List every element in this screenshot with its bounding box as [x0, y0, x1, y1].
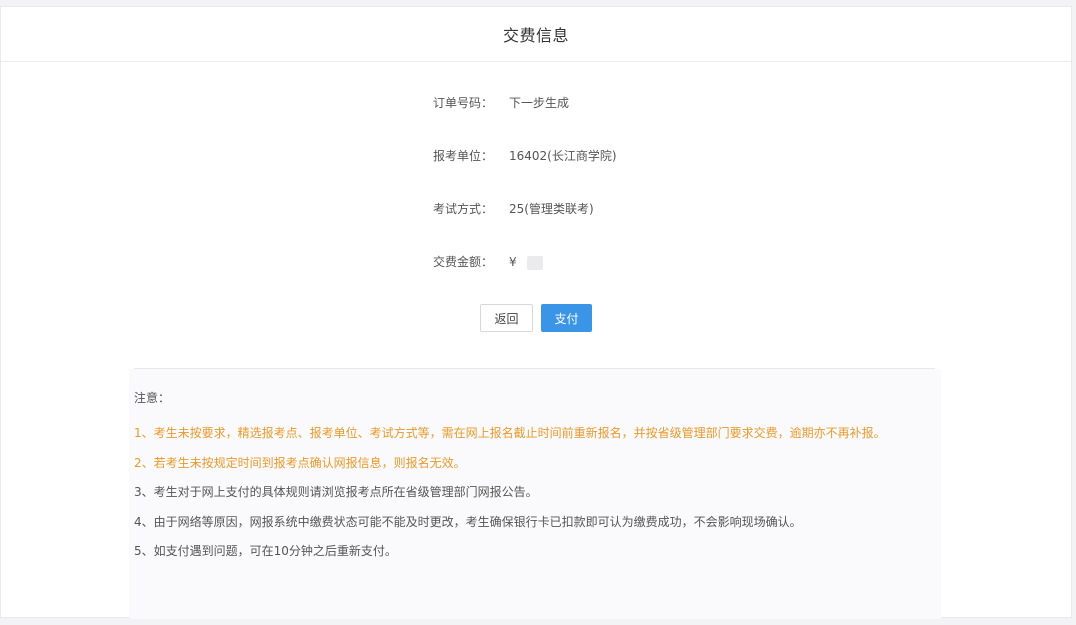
- currency-symbol: ¥: [509, 255, 517, 269]
- note-item: 2、若考生未按规定时间到报考点确认网报信息，则报名无效。: [134, 456, 466, 470]
- notes-panel: 注意： 1、考生未按要求，精选报考点、报考单位、考试方式等，需在网上报名截止时间…: [129, 369, 941, 619]
- order-number-label: 订单号码：: [432, 96, 493, 110]
- action-buttons: 返回 支付: [1, 304, 1071, 334]
- exam-method-label: 考试方式：: [432, 202, 493, 216]
- payment-amount-value: ¥: [509, 252, 543, 272]
- note-item: 1、考生未按要求，精选报考点、报考单位、考试方式等，需在网上报名截止时间前重新报…: [134, 426, 886, 440]
- pay-button[interactable]: 支付: [541, 304, 592, 332]
- payment-card: 交费信息 订单号码： 下一步生成 报考单位： 16402(长江商学院) 考试方式…: [0, 6, 1072, 619]
- note-item: 4、由于网络等原因，网报系统中缴费状态可能不能及时更改，考生确保银行卡已扣款即可…: [134, 515, 802, 529]
- notes-title: 注意：: [134, 391, 171, 405]
- exam-method-value: 25(管理类联考): [509, 202, 594, 216]
- note-item: 3、考生对于网上支付的具体规则请浏览报考点所在省级管理部门网报公告。: [134, 485, 538, 499]
- back-button[interactable]: 返回: [480, 304, 533, 332]
- exam-unit-label: 报考单位：: [432, 149, 493, 163]
- card-header: 交费信息: [1, 7, 1071, 62]
- exam-unit-value: 16402(长江商学院): [509, 149, 617, 163]
- redacted-amount: [526, 255, 543, 270]
- payment-info-section: 订单号码： 下一步生成 报考单位： 16402(长江商学院) 考试方式： 25(…: [1, 62, 1071, 370]
- order-number-value: 下一步生成: [509, 96, 570, 110]
- exam-method-row: 考试方式： 25(管理类联考): [1, 199, 1071, 219]
- payment-amount-row: 交费金额： ¥: [1, 252, 1071, 272]
- exam-unit-row: 报考单位： 16402(长江商学院): [1, 146, 1071, 166]
- note-item: 5、如支付遇到问题，可在10分钟之后重新支付。: [134, 544, 397, 558]
- page-title: 交费信息: [502, 26, 569, 45]
- order-number-row: 订单号码： 下一步生成: [1, 93, 1071, 113]
- payment-amount-label: 交费金额：: [432, 255, 493, 269]
